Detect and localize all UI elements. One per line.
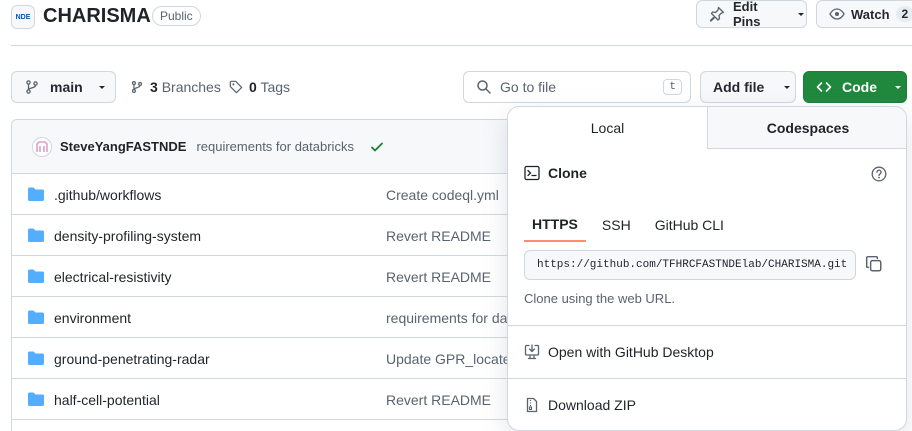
tags-link[interactable]: 0 Tags: [229, 79, 290, 95]
add-file-button[interactable]: Add file: [700, 71, 796, 103]
go-to-file-input[interactable]: Go to file t: [463, 71, 691, 103]
tab-github-cli[interactable]: GitHub CLI: [647, 208, 732, 242]
file-commit-message[interactable]: Revert README: [386, 228, 491, 244]
protocol-tabs-divider: [524, 241, 890, 242]
chevron-down-icon: [98, 86, 105, 89]
clone-header: Clone: [524, 165, 587, 181]
commit-message[interactable]: requirements for databricks: [196, 139, 354, 154]
folder-icon: [28, 351, 44, 365]
edit-pins-label: Edit Pins: [733, 0, 761, 29]
panel-tabs: Local Codespaces: [508, 107, 906, 149]
latest-commit-row: SteveYangFASTNDE requirements for databr…: [12, 120, 570, 174]
download-zip-label: Download ZIP: [548, 397, 636, 413]
file-name[interactable]: electrical-resistivity: [54, 269, 171, 285]
branches-link[interactable]: 3 Branches: [130, 79, 221, 95]
file-table: SteveYangFASTNDE requirements for databr…: [11, 119, 571, 431]
table-row[interactable]: half-cell-potential Revert README: [12, 379, 570, 420]
visibility-badge: Public: [152, 6, 201, 26]
file-zip-icon: [526, 397, 538, 413]
check-icon[interactable]: [370, 140, 384, 154]
tags-label: Tags: [260, 79, 291, 95]
chevron-down-icon: [798, 13, 804, 16]
tab-codespaces[interactable]: Codespaces: [707, 107, 906, 149]
avatar-image-icon: [36, 140, 48, 152]
tag-icon: [229, 80, 243, 94]
code-icon: [816, 82, 832, 92]
edit-pins-button[interactable]: Edit Pins: [696, 0, 807, 29]
go-to-file-placeholder: Go to file: [500, 79, 557, 95]
avatar[interactable]: [32, 136, 52, 157]
file-commit-message[interactable]: requirements for da: [386, 310, 507, 326]
file-commit-message[interactable]: Revert README: [386, 392, 491, 408]
watch-count: 2: [895, 6, 912, 22]
question-icon[interactable]: [871, 166, 887, 182]
table-row[interactable]: environment requirements for da: [12, 297, 570, 338]
add-file-label: Add file: [713, 79, 765, 95]
folder-icon: [28, 310, 44, 324]
download-zip-menu-item[interactable]: Download ZIP: [524, 397, 636, 413]
tags-count: 0: [249, 79, 257, 95]
tab-local[interactable]: Local: [508, 107, 707, 149]
repo-name[interactable]: CHARISMA: [43, 5, 151, 28]
code-dropdown-panel: Local Codespaces Clone HTTPS SSH GitHub …: [507, 106, 907, 431]
commit-author[interactable]: SteveYangFASTNDE: [60, 139, 186, 154]
git-branch-icon: [131, 81, 143, 93]
folder-icon: [28, 269, 44, 283]
panel-divider: [508, 378, 906, 379]
file-name[interactable]: ground-penetrating-radar: [54, 351, 210, 367]
pin-icon: [709, 6, 725, 22]
branches-label: Branches: [161, 79, 221, 95]
copy-icon[interactable]: [865, 255, 883, 273]
clone-title: Clone: [548, 165, 587, 181]
chevron-down-icon: [784, 86, 791, 89]
folder-icon: [28, 392, 44, 406]
tab-ssh[interactable]: SSH: [594, 208, 639, 242]
table-row[interactable]: electrical-resistivity Revert README: [12, 256, 570, 297]
panel-divider: [508, 325, 906, 326]
folder-icon: [28, 187, 44, 201]
code-button[interactable]: Code: [803, 71, 907, 103]
file-commit-message[interactable]: Update GPR_locate_: [386, 351, 518, 367]
folder-icon: [28, 228, 44, 242]
search-icon: [477, 80, 491, 94]
file-name[interactable]: half-cell-potential: [54, 392, 160, 408]
protocol-tabs: HTTPS SSH GitHub CLI: [524, 208, 732, 242]
git-branch-icon: [26, 80, 38, 94]
open-desktop-label: Open with GitHub Desktop: [548, 344, 714, 360]
file-commit-message[interactable]: Revert README: [386, 269, 491, 285]
terminal-icon: [524, 165, 540, 181]
table-row[interactable]: ground-penetrating-radar Update GPR_loca…: [12, 338, 570, 379]
table-row[interactable]: density-profiling-system Revert README: [12, 215, 570, 256]
clone-url-field[interactable]: https://github.com/TFHRCFASTNDElab/CHARI…: [524, 250, 856, 280]
chevron-down-icon: [895, 86, 901, 89]
clone-hint: Clone using the web URL.: [524, 291, 676, 306]
branch-name: main: [50, 79, 83, 95]
watch-button[interactable]: Watch 2: [816, 0, 912, 28]
header-divider: [11, 45, 912, 46]
watch-label: Watch: [851, 6, 890, 22]
file-commit-message[interactable]: Create codeql.yml: [386, 187, 499, 203]
eye-icon: [829, 8, 845, 20]
file-name[interactable]: density-profiling-system: [54, 228, 201, 244]
branches-count: 3: [150, 79, 158, 95]
code-label: Code: [842, 79, 877, 95]
file-name[interactable]: .github/workflows: [54, 187, 161, 203]
table-row[interactable]: .github/workflows Create codeql.yml: [12, 174, 570, 215]
shortcut-hint: t: [663, 79, 682, 95]
desktop-download-icon: [524, 344, 540, 360]
branch-selector[interactable]: main: [11, 71, 116, 103]
repo-logo: NDE: [11, 5, 35, 29]
file-name[interactable]: environment: [54, 310, 131, 326]
open-desktop-menu-item[interactable]: Open with GitHub Desktop: [524, 344, 714, 360]
tab-https[interactable]: HTTPS: [524, 208, 586, 242]
